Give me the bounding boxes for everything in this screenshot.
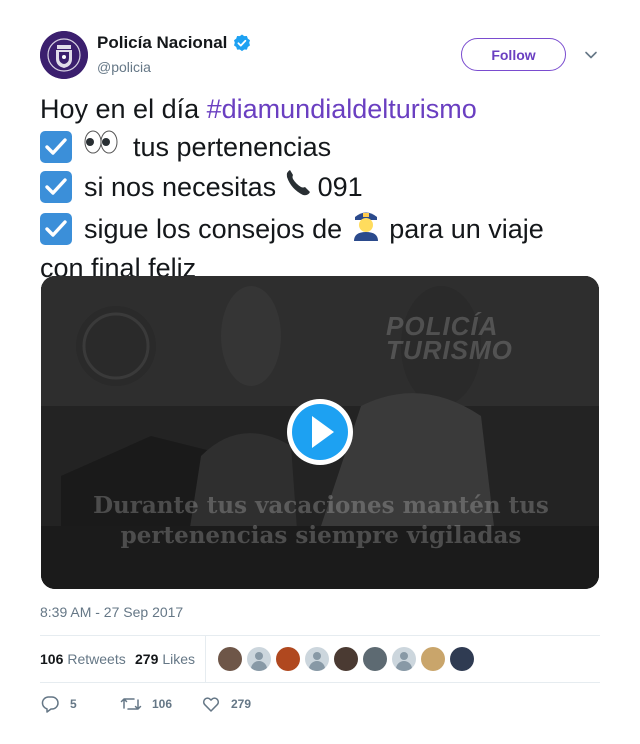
like-action[interactable]: 279: [201, 694, 251, 714]
retweet-action[interactable]: 106: [120, 694, 172, 714]
hashtag-link[interactable]: #diamundialdelturismo: [207, 91, 477, 127]
liker-avatar[interactable]: [392, 647, 416, 671]
author-name[interactable]: Policía Nacional: [97, 33, 227, 53]
play-button[interactable]: [287, 399, 353, 465]
liker-avatar[interactable]: [363, 647, 387, 671]
chevron-down-icon[interactable]: [584, 48, 598, 62]
retweet-icon: [120, 698, 142, 710]
checkbox-emoji-icon: [40, 170, 72, 203]
tweet-text: Hoy en el día #diamundialdelturismo tus …: [40, 91, 600, 286]
tweet-line-4-text: sigue los consejos de: [84, 213, 343, 244]
retweets-count: 106: [40, 651, 64, 667]
reply-icon: [41, 696, 59, 713]
tweet-timestamp[interactable]: 8:39 AM - 27 Sep 2017: [40, 604, 183, 620]
video-caption-line-1: Durante tus vacaciones mantén tus: [93, 492, 549, 519]
profile-avatar[interactable]: [40, 31, 88, 79]
author-name-row: Policía Nacional: [97, 33, 251, 53]
verified-badge-icon: [233, 34, 251, 52]
liker-avatar[interactable]: [450, 647, 474, 671]
divider: [40, 682, 600, 683]
likes-stat[interactable]: 279 Likes: [135, 651, 195, 667]
tweet-line-1-text: Hoy en el día: [40, 94, 200, 124]
like-count: 279: [231, 697, 252, 711]
stats-separator: [205, 636, 206, 682]
liker-avatar[interactable]: [276, 647, 300, 671]
video-caption-overlay: Durante tus vacaciones mantén tus perten…: [81, 491, 561, 551]
reply-action[interactable]: 5: [40, 694, 77, 714]
liker-avatar[interactable]: [218, 647, 242, 671]
author-handle[interactable]: @policia: [97, 59, 151, 75]
tweet-line-3-text: si nos necesitas: [84, 171, 277, 202]
tweet-line-4: sigue los consejos de para un viaje: [40, 207, 600, 250]
police-officer-emoji-icon: [350, 207, 382, 250]
liker-avatar[interactable]: [305, 647, 329, 671]
tweet-line-4-suffix: para un viaje: [389, 213, 544, 244]
liker-avatar[interactable]: [247, 647, 271, 671]
checkbox-emoji-icon: [40, 212, 72, 245]
follow-button[interactable]: Follow: [461, 38, 566, 71]
emergency-number: 091: [317, 171, 363, 202]
retweet-count: 106: [152, 697, 173, 711]
liker-avatar[interactable]: [334, 647, 358, 671]
play-icon: [312, 416, 334, 448]
tweet-line-2: tus pertenencias: [40, 127, 600, 166]
liker-avatar[interactable]: [421, 647, 445, 671]
telephone-emoji-icon: [284, 166, 318, 207]
video-caption-line-2: pertenencias siempre vigiladas: [120, 522, 522, 549]
video-watermark-line-2: TURISMO: [386, 335, 513, 365]
likes-count: 279: [135, 651, 159, 667]
retweets-label: Retweets: [67, 651, 126, 667]
retweets-stat[interactable]: 106 Retweets: [40, 651, 126, 667]
likes-label: Likes: [162, 651, 196, 667]
tweet-line-2-text: tus pertenencias: [133, 131, 332, 162]
video-watermark-logo: POLICÍA TURISMO: [386, 313, 513, 365]
tweet-line-3: si nos necesitas 091: [40, 166, 600, 207]
reply-count: 5: [70, 697, 77, 711]
video-player[interactable]: POLICÍA TURISMO Durante tus vacaciones m…: [41, 276, 599, 589]
police-crest-icon: [40, 31, 88, 79]
likers-avatars: [218, 647, 474, 671]
tweet-line-1: Hoy en el día #diamundialdelturismo: [40, 91, 600, 127]
tweet-stats: 106 Retweets 279 Likes: [40, 636, 600, 682]
eyes-emoji-icon: [84, 127, 118, 166]
checkbox-emoji-icon: [40, 130, 72, 163]
heart-icon: [202, 697, 220, 712]
